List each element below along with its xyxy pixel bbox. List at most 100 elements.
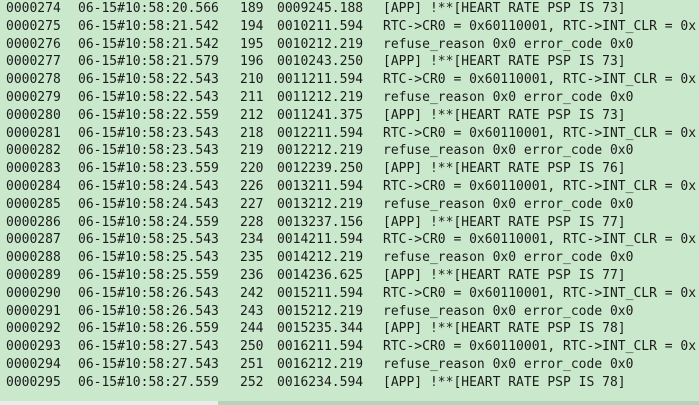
log-row[interactable]: 0000294 06-15#10:58:27.543 251 0016212.219 r…	[0, 356, 699, 374]
log-index-cell: 0000294	[6, 356, 61, 372]
log-row[interactable]: 0000280 06-15#10:58:22.559 212 0011241.375 […	[0, 107, 699, 125]
log-tick-cell: 252	[240, 374, 264, 390]
log-index-cell: 0000292	[6, 321, 61, 337]
log-tick-cell: 235	[240, 250, 264, 266]
log-row[interactable]: 0000277 06-15#10:58:21.579 196 0010243.250 […	[0, 53, 699, 71]
log-ms-cell: 0009245.188	[277, 1, 364, 16]
log-index-cell: 0000282	[6, 143, 61, 159]
log-ms-cell: 0013211.594	[277, 178, 364, 194]
log-ms-cell: 0012211.594	[277, 125, 364, 141]
log-tick-cell: 250	[240, 339, 264, 355]
log-timestamp-cell: 06-15#10:58:22.543	[78, 89, 219, 105]
log-ms-cell: 0011211.594	[277, 72, 364, 88]
log-message-cell: [APP] !**[HEART RATE PSP IS 76]	[383, 161, 626, 177]
log-ms-cell: 0010211.594	[277, 18, 364, 34]
log-index-cell: 0000291	[6, 303, 61, 319]
log-index-cell: 0000277	[6, 54, 61, 70]
log-index-cell: 0000286	[6, 214, 61, 230]
log-message-cell: RTC->CR0 = 0x60110001, RTC->INT_CLR = 0x	[383, 125, 697, 141]
log-message-cell: RTC->CR0 = 0x60110001, RTC->INT_CLR = 0x	[383, 232, 697, 248]
log-viewer[interactable]: 0000274 06-15#10:58:20.566 189 0009245.188 […	[0, 0, 699, 405]
log-tick-cell: 227	[240, 196, 264, 212]
log-row[interactable]: 0000292 06-15#10:58:26.559 244 0015235.344 […	[0, 320, 699, 338]
log-index-cell: 0000290	[6, 285, 61, 301]
log-message-cell: refuse_reason 0x0 error_code 0x0	[383, 89, 634, 105]
log-tick-cell: 234	[240, 232, 264, 248]
log-timestamp-cell: 06-15#10:58:25.543	[78, 232, 219, 248]
log-index-cell: 0000280	[6, 107, 61, 123]
log-ms-cell: 0013212.219	[277, 196, 364, 212]
log-row[interactable]: 0000295 06-15#10:58:27.559 252 0016234.594 […	[0, 374, 699, 392]
log-ms-cell: 0011212.219	[277, 89, 364, 105]
log-ms-cell: 0012212.219	[277, 143, 364, 159]
scrollbar-thumb[interactable]	[0, 401, 218, 405]
log-row[interactable]: 0000276 06-15#10:58:21.542 195 0010212.219 r…	[0, 36, 699, 54]
log-timestamp-cell: 06-15#10:58:21.542	[78, 36, 219, 52]
log-tick-cell: 211	[240, 89, 264, 105]
log-timestamp-cell: 06-15#10:58:25.543	[78, 250, 219, 266]
log-timestamp-cell: 06-15#10:58:27.543	[78, 339, 219, 355]
log-timestamp-cell: 06-15#10:58:27.543	[78, 356, 219, 372]
log-tick-cell: 219	[240, 143, 264, 159]
log-index-cell: 0000278	[6, 72, 61, 88]
log-row[interactable]: 0000286 06-15#10:58:24.559 228 0013237.156 […	[0, 214, 699, 232]
log-index-cell: 0000295	[6, 374, 61, 390]
log-message-cell: [APP] !**[HEART RATE PSP IS 77]	[383, 267, 626, 283]
log-tick-cell: 194	[240, 18, 264, 34]
log-timestamp-cell: 06-15#10:58:26.559	[78, 321, 219, 337]
log-row[interactable]: 0000278 06-15#10:58:22.543 210 0011211.594 R…	[0, 71, 699, 89]
log-row[interactable]: 0000284 06-15#10:58:24.543 226 0013211.594 R…	[0, 178, 699, 196]
log-message-cell: [APP] !**[HEART RATE PSP IS 77]	[383, 214, 626, 230]
log-row[interactable]: 0000281 06-15#10:58:23.543 218 0012211.594 R…	[0, 125, 699, 143]
log-index-cell: 0000275	[6, 18, 61, 34]
log-row[interactable]: 0000274 06-15#10:58:20.566 189 0009245.188 […	[0, 0, 699, 18]
log-row[interactable]: 0000291 06-15#10:58:26.543 243 0015212.219 r…	[0, 303, 699, 321]
log-message-cell: RTC->CR0 = 0x60110001, RTC->INT_CLR = 0x	[383, 285, 697, 301]
log-timestamp-cell: 06-15#10:58:27.559	[78, 374, 219, 390]
log-ms-cell: 0015212.219	[277, 303, 364, 319]
log-ms-cell: 0010212.219	[277, 36, 364, 52]
log-row[interactable]: 0000275 06-15#10:58:21.542 194 0010211.594 R…	[0, 18, 699, 36]
log-row[interactable]: 0000285 06-15#10:58:24.543 227 0013212.219 r…	[0, 196, 699, 214]
log-ms-cell: 0014236.625	[277, 267, 364, 283]
log-timestamp-cell: 06-15#10:58:26.543	[78, 285, 219, 301]
log-ms-cell: 0015211.594	[277, 285, 364, 301]
log-timestamp-cell: 06-15#10:58:22.559	[78, 107, 219, 123]
log-timestamp-cell: 06-15#10:58:21.542	[78, 18, 219, 34]
log-tick-cell: 212	[240, 107, 264, 123]
log-row[interactable]: 0000279 06-15#10:58:22.543 211 0011212.219 r…	[0, 89, 699, 107]
log-row[interactable]: 0000283 06-15#10:58:23.559 220 0012239.250 […	[0, 160, 699, 178]
log-message-cell: refuse_reason 0x0 error_code 0x0	[383, 303, 634, 319]
log-row[interactable]: 0000288 06-15#10:58:25.543 235 0014212.219 r…	[0, 249, 699, 267]
log-tick-cell: 251	[240, 356, 264, 372]
log-ms-cell: 0016234.594	[277, 374, 364, 390]
log-timestamp-cell: 06-15#10:58:24.559	[78, 214, 219, 230]
log-index-cell: 0000283	[6, 161, 61, 177]
log-ms-cell: 0013237.156	[277, 214, 364, 230]
log-message-cell: RTC->CR0 = 0x60110001, RTC->INT_CLR = 0x	[383, 339, 697, 355]
log-timestamp-cell: 06-15#10:58:23.559	[78, 161, 219, 177]
log-ms-cell: 0014212.219	[277, 250, 364, 266]
log-tick-cell: 236	[240, 267, 264, 283]
log-row[interactable]: 0000293 06-15#10:58:27.543 250 0016211.594 R…	[0, 338, 699, 356]
log-timestamp-cell: 06-15#10:58:23.543	[78, 125, 219, 141]
log-message-cell: RTC->CR0 = 0x60110001, RTC->INT_CLR = 0x	[383, 72, 697, 88]
log-message-cell: refuse_reason 0x0 error_code 0x0	[383, 143, 634, 159]
log-ms-cell: 0011241.375	[277, 107, 364, 123]
log-row[interactable]: 0000287 06-15#10:58:25.543 234 0014211.594 R…	[0, 231, 699, 249]
log-tick-cell: 242	[240, 285, 264, 301]
log-index-cell: 0000287	[6, 232, 61, 248]
log-row[interactable]: 0000282 06-15#10:58:23.543 219 0012212.219 r…	[0, 142, 699, 160]
log-index-cell: 0000274	[6, 1, 61, 16]
log-tick-cell: 189	[240, 1, 264, 16]
horizontal-scrollbar[interactable]	[0, 401, 699, 405]
log-row[interactable]: 0000290 06-15#10:58:26.543 242 0015211.594 R…	[0, 285, 699, 303]
log-message-cell: refuse_reason 0x0 error_code 0x0	[383, 196, 634, 212]
log-index-cell: 0000288	[6, 250, 61, 266]
log-tick-cell: 243	[240, 303, 264, 319]
log-index-cell: 0000285	[6, 196, 61, 212]
log-row[interactable]: 0000289 06-15#10:58:25.559 236 0014236.625 […	[0, 267, 699, 285]
log-message-cell: [APP] !**[HEART RATE PSP IS 78]	[383, 374, 626, 390]
log-ms-cell: 0012239.250	[277, 161, 364, 177]
log-tick-cell: 210	[240, 72, 264, 88]
